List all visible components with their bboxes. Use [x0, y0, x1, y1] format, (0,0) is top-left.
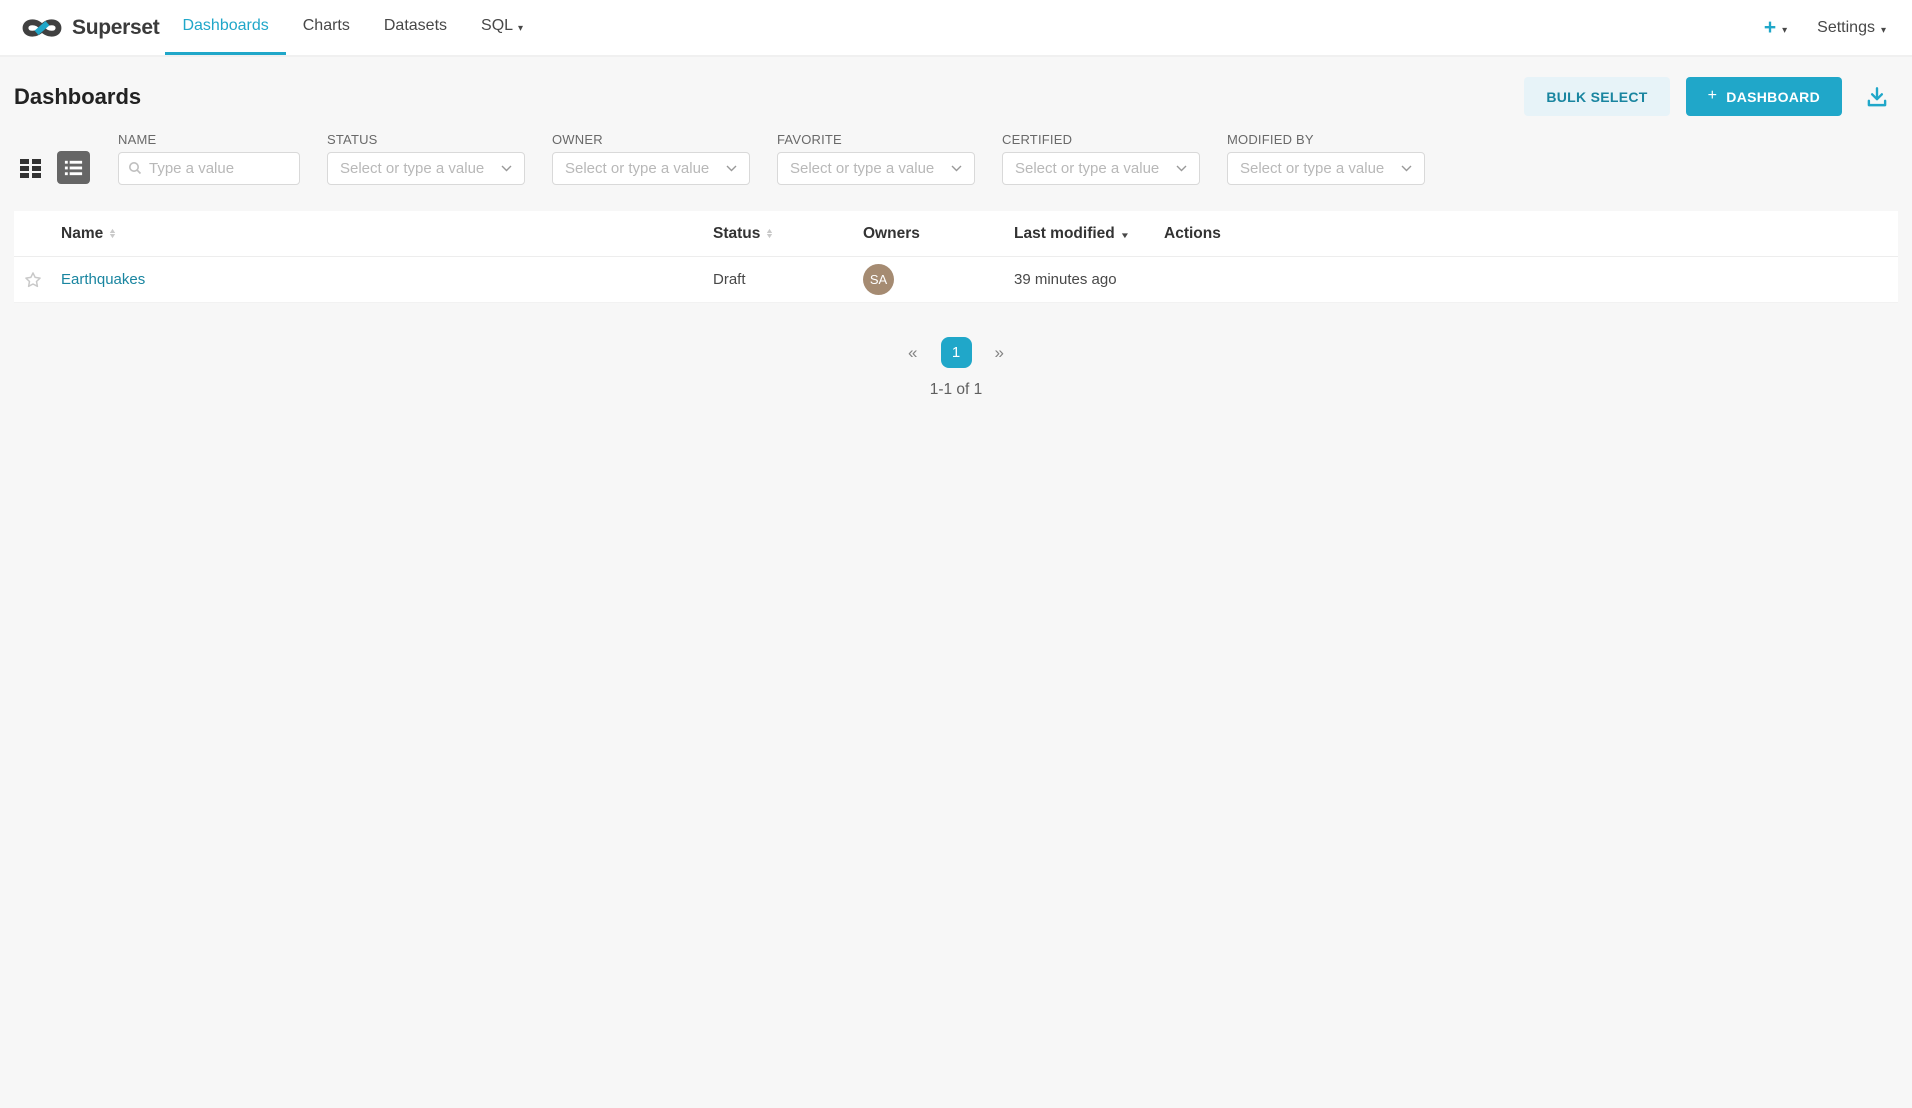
column-header-status[interactable]: Status ▲▼: [713, 225, 863, 243]
filter-status: STATUS Select or type a value: [327, 132, 525, 185]
list-icon: [63, 157, 84, 178]
plus-icon: +: [1708, 87, 1718, 105]
owner-filter-select[interactable]: Select or type a value: [552, 152, 750, 185]
filter-label: NAME: [118, 132, 300, 147]
dashboards-table: Name ▲▼ Status ▲▼ Owners Last modified ▼…: [14, 211, 1898, 303]
filter-label: FAVORITE: [777, 132, 975, 147]
filter-label: CERTIFIED: [1002, 132, 1200, 147]
filter-favorite: FAVORITE Select or type a value: [777, 132, 975, 185]
list-view-button[interactable]: [57, 151, 90, 184]
grid-icon: [19, 156, 43, 180]
settings-menu[interactable]: Settings: [1817, 19, 1886, 37]
sort-icon: ▲▼: [766, 229, 773, 239]
plus-icon: +: [1764, 17, 1776, 38]
filter-bar: NAME STATUS Select or type a value OWNER…: [0, 132, 1912, 185]
chevron-down-icon: [951, 165, 962, 172]
name-filter-input[interactable]: [118, 152, 300, 185]
nav-tab-datasets[interactable]: Datasets: [367, 0, 464, 55]
superset-logo[interactable]: Superset: [20, 0, 159, 55]
top-navbar: Superset Dashboards Charts Datasets SQL …: [0, 0, 1912, 57]
status-filter-select[interactable]: Select or type a value: [327, 152, 525, 185]
superset-infinity-icon: [20, 13, 64, 43]
favorite-star-button[interactable]: [23, 270, 43, 290]
chevron-down-icon: [726, 165, 737, 172]
filter-name: NAME: [118, 132, 300, 185]
caret-down-icon: [1782, 19, 1787, 37]
favorite-filter-select[interactable]: Select or type a value: [777, 152, 975, 185]
last-modified-value: 39 minutes ago: [1014, 271, 1117, 288]
search-icon: [127, 160, 143, 176]
table-row: Earthquakes Draft SA 39 minutes ago: [14, 257, 1898, 303]
page-1-button[interactable]: 1: [941, 337, 972, 368]
sort-desc-icon: ▼: [1120, 231, 1130, 240]
next-page-button[interactable]: »: [989, 339, 1010, 367]
pagination: « 1 »: [0, 337, 1912, 368]
bulk-select-button[interactable]: BULK SELECT: [1524, 77, 1669, 116]
caret-down-icon: [1881, 19, 1886, 37]
header-actions: BULK SELECT + DASHBOARD: [1524, 77, 1896, 116]
star-outline-icon: [23, 270, 43, 290]
column-header-last-modified[interactable]: Last modified ▼: [1014, 225, 1164, 243]
modified-by-filter-select[interactable]: Select or type a value: [1227, 152, 1425, 185]
filter-owner: OWNER Select or type a value: [552, 132, 750, 185]
main-nav: Dashboards Charts Datasets SQL: [165, 0, 540, 55]
new-item-button[interactable]: +: [1764, 17, 1787, 38]
owner-avatar: SA: [863, 264, 894, 295]
column-header-actions: Actions: [1164, 225, 1898, 243]
card-view-button[interactable]: [14, 151, 47, 184]
nav-tab-sql[interactable]: SQL: [464, 0, 540, 55]
pagination-summary: 1-1 of 1: [0, 381, 1912, 399]
dashboard-link[interactable]: Earthquakes: [61, 271, 145, 288]
navbar-right: + Settings: [1764, 0, 1886, 55]
chevron-down-icon: [1401, 165, 1412, 172]
filter-label: STATUS: [327, 132, 525, 147]
page-header: Dashboards BULK SELECT + DASHBOARD: [0, 57, 1912, 130]
column-header-name[interactable]: Name ▲▼: [61, 225, 713, 243]
certified-filter-select[interactable]: Select or type a value: [1002, 152, 1200, 185]
column-header-owners: Owners: [863, 225, 1014, 243]
brand-name: Superset: [72, 16, 159, 40]
status-value: Draft: [713, 271, 746, 288]
caret-down-icon: [518, 17, 523, 35]
filter-label: MODIFIED BY: [1227, 132, 1425, 147]
filter-modified-by: MODIFIED BY Select or type a value: [1227, 132, 1425, 185]
filter-certified: CERTIFIED Select or type a value: [1002, 132, 1200, 185]
nav-tab-dashboards[interactable]: Dashboards: [165, 0, 285, 55]
page-title: Dashboards: [14, 84, 141, 110]
chevron-down-icon: [501, 165, 512, 172]
filter-label: OWNER: [552, 132, 750, 147]
new-dashboard-button[interactable]: + DASHBOARD: [1686, 77, 1842, 116]
sort-icon: ▲▼: [109, 229, 116, 239]
view-toggle: [14, 151, 90, 184]
chevron-down-icon: [1176, 165, 1187, 172]
download-icon: [1864, 84, 1890, 110]
table-header-row: Name ▲▼ Status ▲▼ Owners Last modified ▼…: [14, 211, 1898, 257]
import-dashboards-button[interactable]: [1858, 84, 1896, 110]
prev-page-button[interactable]: «: [902, 339, 923, 367]
nav-tab-charts[interactable]: Charts: [286, 0, 367, 55]
